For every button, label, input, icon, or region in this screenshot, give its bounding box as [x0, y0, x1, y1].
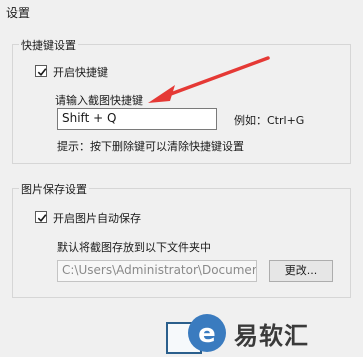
- svg-text:e: e: [198, 319, 216, 349]
- brand-logo-icon: e: [186, 313, 228, 357]
- annotation-arrow-icon: [148, 56, 270, 103]
- brand-text: 易软汇: [234, 322, 309, 350]
